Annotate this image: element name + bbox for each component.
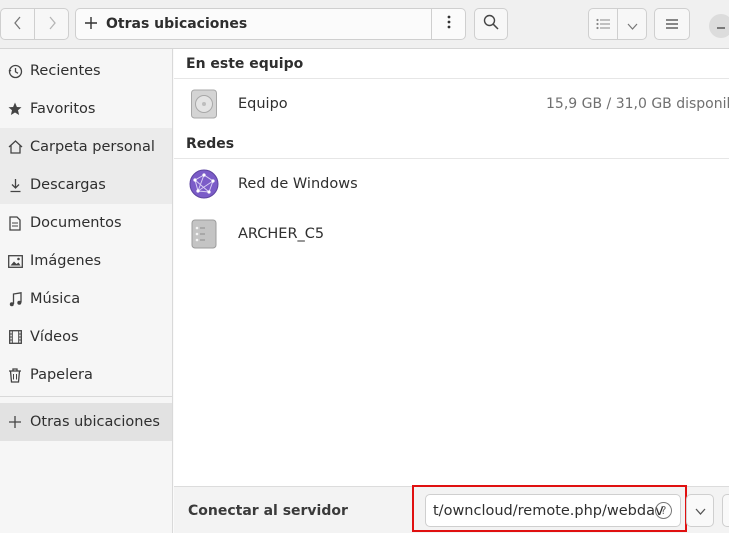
section-divider xyxy=(174,78,729,79)
sidebar-item-recientes[interactable]: Recientes xyxy=(0,52,172,90)
highlight-box xyxy=(412,485,687,532)
disk-usage: 15,9 GB / 31,0 GB disponible xyxy=(546,96,729,112)
back-button[interactable] xyxy=(1,9,34,39)
document-icon xyxy=(0,215,30,231)
sidebar-item-otras-ubicaciones[interactable]: Otras ubicaciones xyxy=(0,403,172,441)
home-icon xyxy=(0,140,30,154)
chevron-down-icon xyxy=(627,15,638,34)
place-row-equipo[interactable]: Equipo 15,9 GB / 31,0 GB disponible xyxy=(174,81,729,127)
list-view-button[interactable] xyxy=(589,9,617,39)
plus-icon xyxy=(76,14,106,34)
forward-button[interactable] xyxy=(34,9,68,39)
recent-servers-dropdown[interactable] xyxy=(686,494,714,527)
sidebar-item-videos[interactable]: Vídeos xyxy=(0,318,172,356)
list-view-icon xyxy=(596,15,610,34)
sidebar-item-label: Música xyxy=(30,291,81,307)
image-icon xyxy=(0,254,30,268)
search-icon xyxy=(483,14,499,34)
header-bar: Otras ubicaciones xyxy=(0,0,729,49)
place-row-archer-c5[interactable]: ARCHER_C5 xyxy=(174,211,729,257)
path-bar[interactable]: Otras ubicaciones xyxy=(75,8,466,40)
hamburger-icon xyxy=(666,15,678,33)
place-name: ARCHER_C5 xyxy=(238,226,325,242)
section-divider xyxy=(174,158,729,159)
network-globe-icon xyxy=(188,168,220,200)
star-icon xyxy=(0,102,30,116)
sidebar-item-label: Imágenes xyxy=(30,253,102,269)
server-icon xyxy=(188,218,220,250)
location-title: Otras ubicaciones xyxy=(106,16,248,32)
chevron-right-icon xyxy=(47,15,57,34)
files-window: Otras ubicaciones Recientes Favoritos Ca… xyxy=(0,0,729,533)
sidebar-item-favoritos[interactable]: Favoritos xyxy=(0,90,172,128)
sidebar: Recientes Favoritos Carpeta personal Des… xyxy=(0,49,173,533)
connect-bar: Conectar al servidor t/owncloud/remote.p… xyxy=(174,485,729,533)
harddisk-icon xyxy=(188,88,220,120)
place-row-red-de-windows[interactable]: Red de Windows xyxy=(174,161,729,207)
chevron-down-icon xyxy=(695,504,706,518)
music-icon xyxy=(0,291,30,307)
sidebar-item-label: Carpeta personal xyxy=(30,139,155,155)
chevron-left-icon xyxy=(13,15,23,34)
sidebar-item-papelera[interactable]: Papelera xyxy=(0,356,172,394)
sidebar-item-label: Papelera xyxy=(30,367,93,383)
places-view: En este equipo Equipo 15,9 GB / 31,0 GB … xyxy=(174,49,729,486)
view-controls xyxy=(588,8,647,40)
trash-icon xyxy=(0,367,30,383)
sidebar-item-descargas[interactable]: Descargas xyxy=(0,166,172,204)
sidebar-item-label: Otras ubicaciones xyxy=(30,414,160,430)
download-icon xyxy=(0,178,30,193)
sidebar-separator xyxy=(0,396,172,397)
view-options-button[interactable] xyxy=(617,9,646,39)
sidebar-item-musica[interactable]: Música xyxy=(0,280,172,318)
navigation-buttons xyxy=(0,8,69,40)
sidebar-item-carpeta-personal[interactable]: Carpeta personal xyxy=(0,128,172,166)
sidebar-item-label: Recientes xyxy=(30,63,101,79)
section-title-this-computer: En este equipo xyxy=(186,56,304,72)
clock-icon xyxy=(0,64,30,79)
place-name: Red de Windows xyxy=(238,176,358,192)
connect-button[interactable] xyxy=(722,494,729,527)
sidebar-item-label: Documentos xyxy=(30,215,122,231)
sidebar-item-imagenes[interactable]: Imágenes xyxy=(0,242,172,280)
film-icon xyxy=(0,330,30,344)
search-button[interactable] xyxy=(474,8,508,40)
sidebar-item-documentos[interactable]: Documentos xyxy=(0,204,172,242)
sidebar-item-label: Descargas xyxy=(30,177,106,193)
sidebar-item-label: Favoritos xyxy=(30,101,96,117)
main-menu-button[interactable] xyxy=(654,8,690,40)
section-title-networks: Redes xyxy=(186,136,235,152)
minimize-button[interactable] xyxy=(709,14,729,38)
plus-icon xyxy=(0,416,30,428)
connect-label: Conectar al servidor xyxy=(188,503,348,519)
minimize-icon xyxy=(717,19,725,33)
sidebar-item-label: Vídeos xyxy=(30,329,79,345)
location-menu-button[interactable] xyxy=(431,9,465,39)
place-name: Equipo xyxy=(238,96,288,112)
vertical-dots-icon xyxy=(447,15,451,33)
